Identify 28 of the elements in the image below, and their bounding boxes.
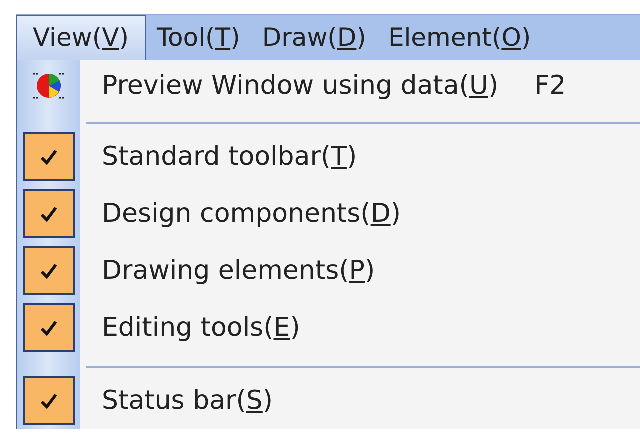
- shortcut-label: F2: [534, 70, 566, 102]
- checkbox[interactable]: [22, 303, 74, 352]
- menu-item-label: Status bar(S): [102, 386, 274, 416]
- menu-item-label: Editing tools(E): [102, 312, 300, 342]
- menu-bar-item[interactable]: Draw(D): [251, 15, 378, 60]
- checkmark-icon: [40, 262, 58, 278]
- menu-bar-item[interactable]: Tool(T): [146, 15, 252, 60]
- checkmark-icon: [40, 206, 58, 222]
- menu-bar-item[interactable]: Element(O): [377, 15, 542, 60]
- menu-item[interactable]: Preview Window using data(U) F2: [17, 60, 640, 112]
- menu-item[interactable]: Status bar(S): [17, 372, 640, 429]
- menu-item[interactable]: Design components(D): [17, 185, 640, 242]
- checkbox[interactable]: [22, 132, 74, 181]
- color-wheel-icon: [32, 71, 66, 101]
- checkmark-icon: [40, 148, 58, 164]
- menu-item[interactable]: Standard toolbar(T): [17, 128, 640, 185]
- menu-item-label: Drawing elements(P): [102, 256, 376, 286]
- menu-item-label: Design components(D): [102, 198, 401, 228]
- checkbox[interactable]: [22, 189, 74, 238]
- checkmark-icon: [40, 392, 58, 408]
- menu-item-label: Preview Window using data(U): [102, 70, 499, 102]
- menu-item[interactable]: Drawing elements(P): [17, 242, 640, 299]
- checkbox[interactable]: [22, 246, 74, 295]
- menu-item-label: Standard toolbar(T): [102, 142, 358, 172]
- menu-bar-item[interactable]: View(V): [16, 15, 146, 60]
- checkmark-icon: [40, 320, 58, 336]
- checkbox[interactable]: [22, 376, 74, 425]
- menu-item[interactable]: Editing tools(E): [17, 299, 640, 356]
